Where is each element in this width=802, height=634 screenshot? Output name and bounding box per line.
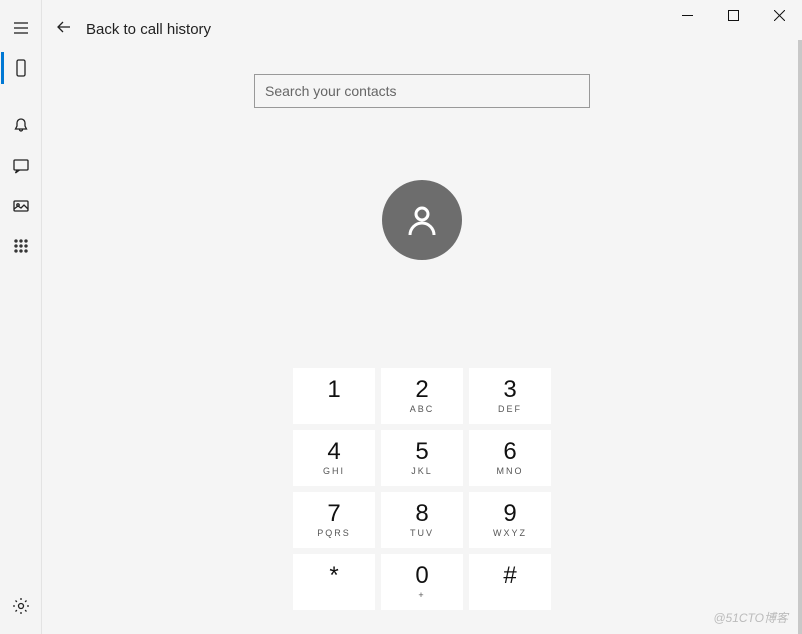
dialpad-key-7[interactable]: 7 PQRS: [293, 492, 375, 548]
back-to-history[interactable]: Back to call history: [42, 0, 802, 44]
back-label: Back to call history: [86, 21, 211, 38]
dialpad: 12ABC3DEF4GHI5JKL6MNO7PQRS8TUV9WXYZ*0+#: [293, 368, 551, 610]
key-digit: *: [329, 564, 338, 588]
dialpad-key-4[interactable]: 4 GHI: [293, 430, 375, 486]
key-letters: MNO: [497, 466, 524, 476]
key-digit: #: [503, 564, 516, 588]
key-letters: +: [418, 590, 425, 600]
scrollbar[interactable]: [798, 40, 802, 634]
key-letters: DEF: [498, 404, 522, 414]
hamburger-icon[interactable]: [1, 8, 41, 48]
sidebar-item-notifications[interactable]: [1, 106, 41, 146]
dialpad-key-#[interactable]: #: [469, 554, 551, 610]
dialpad-key-0[interactable]: 0+: [381, 554, 463, 610]
key-digit: 9: [503, 502, 516, 526]
key-digit: 1: [327, 378, 340, 402]
back-arrow-icon: [56, 19, 72, 40]
key-digit: 6: [503, 440, 516, 464]
key-digit: 3: [503, 378, 516, 402]
key-letters: PQRS: [317, 528, 351, 538]
dialpad-key-3[interactable]: 3 DEF: [469, 368, 551, 424]
sidebar-item-phone[interactable]: [1, 48, 41, 88]
key-letters: ABC: [410, 404, 435, 414]
key-letters: WXYZ: [493, 528, 527, 538]
key-letters: GHI: [323, 466, 345, 476]
settings-icon[interactable]: [1, 586, 41, 626]
search-input[interactable]: [254, 74, 590, 108]
dialpad-key-2[interactable]: 2 ABC: [381, 368, 463, 424]
dialpad-key-5[interactable]: 5 JKL: [381, 430, 463, 486]
dialpad-key-8[interactable]: 8 TUV: [381, 492, 463, 548]
key-digit: 8: [415, 502, 428, 526]
content-area: Back to call history 1 2 ABC 3 DEF 4 GHI 5 JKL 6 M…: [42, 0, 802, 634]
sidebar: [0, 0, 42, 634]
key-digit: 4: [327, 440, 340, 464]
contact-avatar-placeholder: [382, 180, 462, 260]
dialpad-key-9[interactable]: 9 WXYZ: [469, 492, 551, 548]
dialpad-key-6[interactable]: 6 MNO: [469, 430, 551, 486]
dialpad-key-1[interactable]: 1: [293, 368, 375, 424]
key-letters: JKL: [411, 466, 433, 476]
watermark: @51CTO博客: [713, 609, 788, 626]
key-digit: 0: [415, 564, 428, 588]
key-digit: 7: [327, 502, 340, 526]
sidebar-item-dialpad[interactable]: [1, 226, 41, 266]
sidebar-item-messages[interactable]: [1, 146, 41, 186]
key-digit: 5: [415, 440, 428, 464]
key-letters: TUV: [410, 528, 434, 538]
key-digit: 2: [415, 378, 428, 402]
dialpad-key-*[interactable]: *: [293, 554, 375, 610]
sidebar-item-photos[interactable]: [1, 186, 41, 226]
